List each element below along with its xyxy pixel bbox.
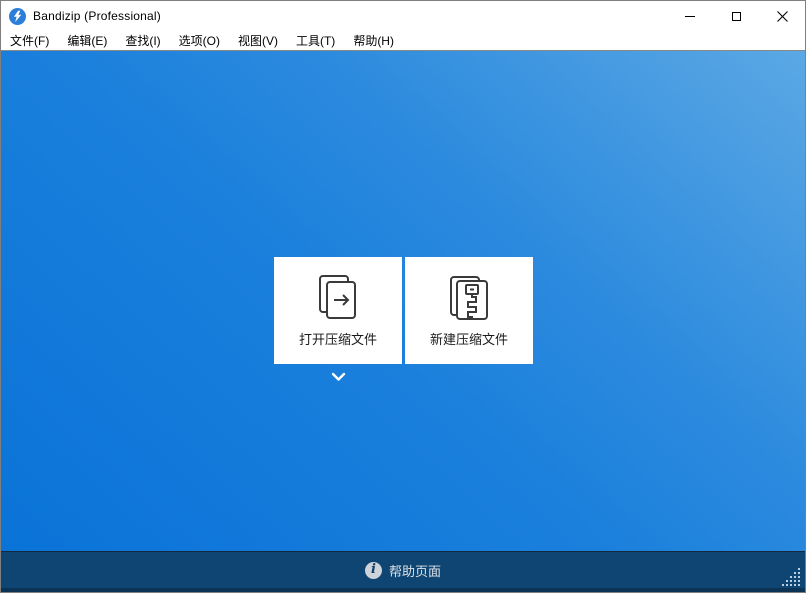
minimize-icon	[685, 16, 695, 17]
menu-item-tools[interactable]: 工具(T)	[287, 30, 344, 52]
help-page-label: 帮助页面	[389, 561, 441, 580]
new-archive-label: 新建压缩文件	[430, 329, 508, 348]
open-archive-card[interactable]: 打开压缩文件	[274, 257, 402, 364]
bottom-border-strip	[1, 588, 805, 593]
help-page-button[interactable]: i 帮助页面	[355, 558, 451, 583]
open-archive-icon	[314, 273, 362, 321]
new-archive-icon	[445, 273, 493, 321]
maximize-icon	[732, 12, 741, 21]
chevron-down-icon[interactable]	[331, 372, 346, 382]
window-title: Bandizip (Professional)	[33, 9, 161, 23]
menu-item-edit[interactable]: 编辑(E)	[58, 30, 116, 52]
action-cards: 打开压缩文件 新建压缩文件	[274, 257, 533, 364]
open-archive-label: 打开压缩文件	[299, 329, 377, 348]
menu-item-file[interactable]: 文件(F)	[1, 30, 58, 52]
menu-item-options[interactable]: 选项(O)	[170, 30, 229, 52]
resize-grip[interactable]	[782, 568, 800, 586]
menu-item-find[interactable]: 查找(I)	[116, 30, 169, 52]
bandizip-window: Bandizip (Professional) 文件(F) 编辑(E) 查找(I…	[0, 0, 806, 593]
info-icon: i	[365, 562, 382, 579]
maximize-button[interactable]	[713, 1, 759, 31]
main-area: 打开压缩文件 新建压缩文件	[1, 51, 805, 551]
minimize-button[interactable]	[667, 1, 713, 31]
close-icon	[777, 11, 788, 22]
menu-item-help[interactable]: 帮助(H)	[344, 30, 403, 52]
status-bar: i 帮助页面	[1, 551, 805, 588]
bandizip-logo-icon	[9, 8, 26, 25]
title-bar: Bandizip (Professional)	[1, 1, 805, 31]
new-archive-card[interactable]: 新建压缩文件	[405, 257, 533, 364]
menu-item-view[interactable]: 视图(V)	[229, 30, 287, 52]
window-controls	[667, 1, 805, 31]
menu-bar: 文件(F) 编辑(E) 查找(I) 选项(O) 视图(V) 工具(T) 帮助(H…	[1, 31, 805, 51]
close-button[interactable]	[759, 1, 805, 31]
